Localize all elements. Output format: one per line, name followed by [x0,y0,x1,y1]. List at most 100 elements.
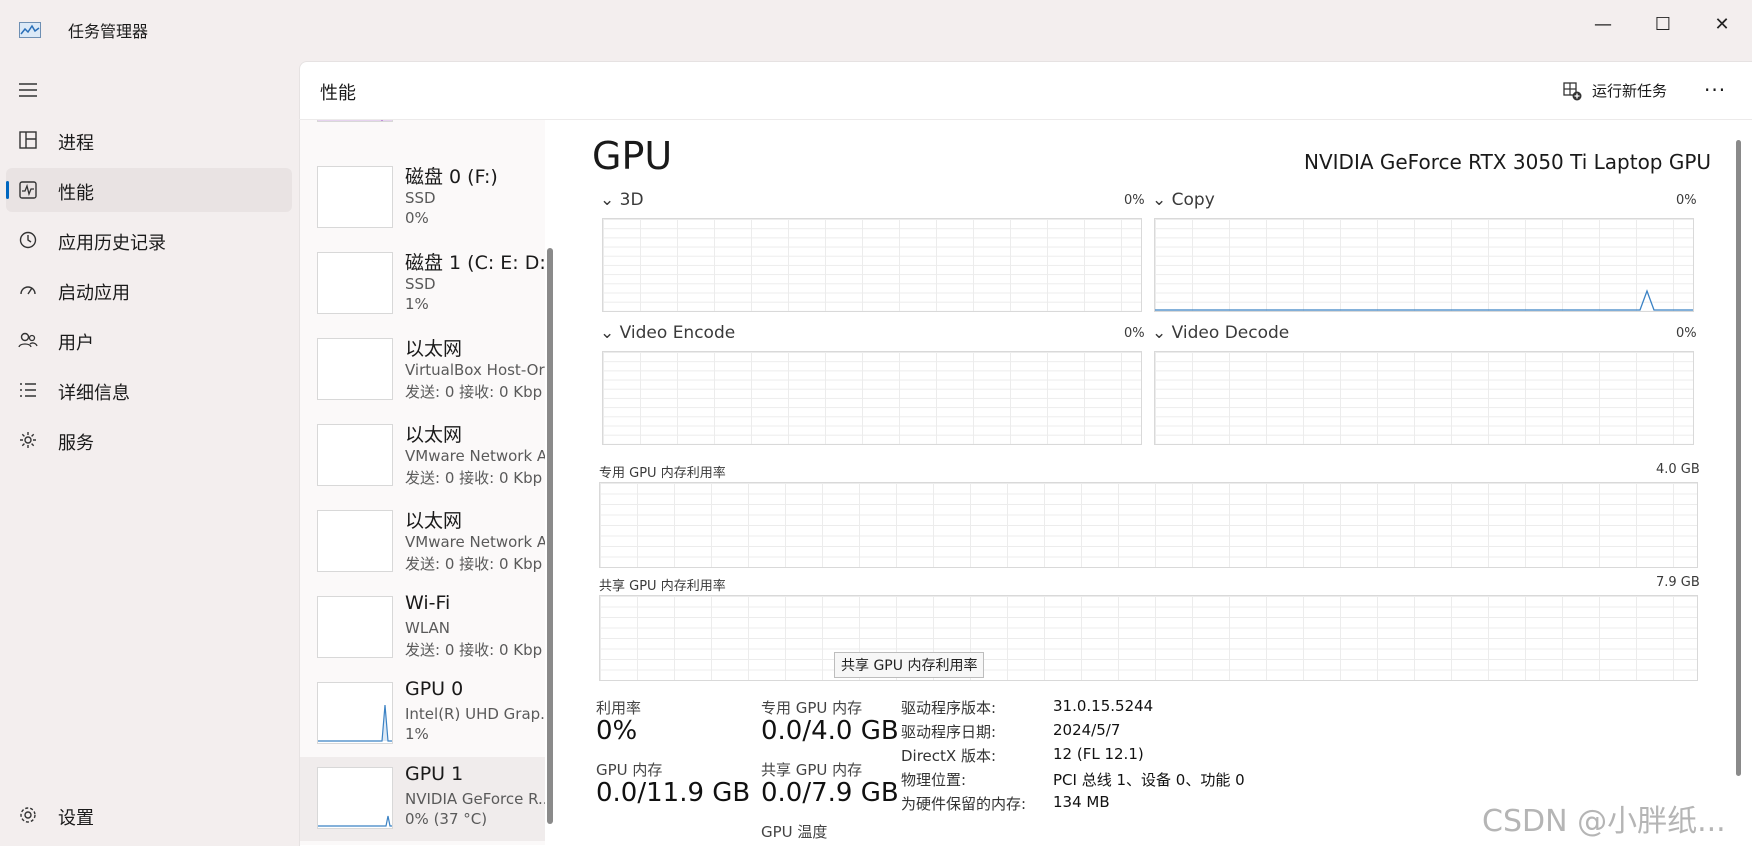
chevron-down-icon: ⌄ [1152,323,1167,343]
nav-label: 设置 [58,808,94,829]
device-item-gpu0[interactable]: GPU 0 Intel(R) UHD Grap... 1% [300,672,545,756]
engine-dropdown-3d[interactable]: ⌄ 3D [600,190,644,210]
engine-graph-video-encode [602,351,1142,445]
nav-item-performance[interactable]: 性能 [6,168,292,212]
performance-icon [19,181,37,199]
device-usage: 1% [405,295,429,313]
gpu-temperature-label: GPU 温度 [761,823,828,841]
shared-gpu-memory-label: 共享 GPU 内存 [761,761,863,779]
shared-memory-label: 共享 GPU 内存利用率 [599,579,726,594]
nav-item-settings[interactable]: 设置 [6,793,292,837]
chevron-down-icon: ⌄ [600,190,615,210]
device-thumbnail [317,120,393,122]
detail-scrollbar[interactable] [1736,140,1741,776]
engine-pct: 0% [1124,326,1145,341]
device-subtitle: VMware Network A [405,533,545,551]
device-thumbnail [317,682,393,744]
tooltip: 共享 GPU 内存利用率 [834,652,985,678]
reserved-memory-value: 134 MB [1053,793,1110,811]
device-usage: 发送: 0 接收: 0 Kbp [405,469,543,487]
device-usage: 发送: 0 接收: 0 Kbp [405,641,543,659]
page-title: 性能 [320,83,356,104]
device-list: 磁盘 0 (F:) SSD 0% 磁盘 1 (C: E: D: SSD 1% 以… [300,120,545,845]
device-item-wifi[interactable]: Wi-Fi WLAN 发送: 0 接收: 0 Kbp [300,586,545,670]
device-usage: 发送: 0 接收: 0 Kbp [405,383,543,401]
services-icon [20,432,36,448]
engine-dropdown-copy[interactable]: ⌄ Copy [1152,190,1215,210]
physical-location-label: 物理位置: [901,771,967,789]
gpu-memory-value: 0.0/11.9 GB [596,778,751,808]
shared-gpu-memory-value: 0.0/7.9 GB [761,778,899,808]
device-name: GPU 1 [405,763,464,785]
device-usage: 0% (37 °C) [405,810,488,828]
usage-sparkline [318,704,392,742]
nav-item-processes[interactable]: 进程 [6,118,292,162]
device-usage: 0% [405,209,429,227]
minimize-button[interactable]: — [1573,6,1633,42]
maximize-button[interactable]: ☐ [1633,6,1693,42]
more-options-button[interactable]: ··· [1704,78,1726,102]
nav-item-users[interactable]: 用户 [6,318,292,362]
device-item-ethernet-1[interactable]: 以太网 VirtualBox Host-Or 发送: 0 接收: 0 Kbp [300,328,545,412]
device-item-ethernet-2[interactable]: 以太网 VMware Network A 发送: 0 接收: 0 Kbp [300,414,545,498]
dedicated-memory-label: 专用 GPU 内存利用率 [599,466,726,481]
device-subtitle: VirtualBox Host-Or [405,361,545,379]
nav-item-details[interactable]: 详细信息 [6,368,292,412]
engine-dropdown-video-encode[interactable]: ⌄ Video Encode [600,323,735,343]
physical-location-value: PCI 总线 1、设备 0、功能 0 [1053,771,1245,789]
panel-header [299,61,1752,120]
device-thumbnail [317,767,393,829]
device-thumbnail [317,338,393,400]
engine-graph-copy [1154,218,1694,312]
nav-item-app-history[interactable]: 应用历史记录 [6,218,292,262]
copy-usage-line [1155,289,1693,311]
usage-sparkline [318,120,392,121]
device-item-memory-partial[interactable] [300,120,545,134]
gpu-memory-label: GPU 内存 [596,761,663,779]
nav-item-startup[interactable]: 启动应用 [6,268,292,312]
run-new-task-button[interactable]: 运行新任务 [1562,80,1667,101]
close-button[interactable]: ✕ [1692,6,1752,42]
engine-label: Copy [1171,190,1215,210]
device-name: Wi-Fi [405,592,451,614]
engine-label: Video Encode [619,323,736,343]
chevron-down-icon: ⌄ [1152,190,1167,210]
device-thumbnail [317,596,393,658]
users-icon [18,332,38,348]
device-item-gpu1[interactable]: GPU 1 NVIDIA GeForce R... 0% (37 °C) [300,757,545,841]
engine-pct: 0% [1676,193,1697,208]
engine-dropdown-video-decode[interactable]: ⌄ Video Decode [1152,323,1289,343]
nav-label: 进程 [58,133,94,154]
device-subtitle: NVIDIA GeForce R... [405,790,545,808]
engine-pct: 0% [1676,326,1697,341]
shared-memory-graph [599,595,1698,681]
watermark: CSDN @小胖纸... [1482,804,1726,839]
engine-graph-3d [602,218,1142,312]
hamburger-menu-icon[interactable] [16,78,40,102]
directx-version-value: 12 (FL 12.1) [1053,745,1144,763]
dedicated-memory-graph [599,482,1698,568]
chevron-down-icon: ⌄ [600,323,615,343]
device-thumbnail [317,252,393,314]
nav-label: 应用历史记录 [58,233,166,254]
device-subtitle: VMware Network A [405,447,545,465]
device-thumbnail [317,510,393,572]
device-name: 磁盘 1 (C: E: D: [405,252,545,274]
dedicated-gpu-memory-label: 专用 GPU 内存 [761,699,863,717]
engine-label: 3D [619,190,644,210]
device-list-scrollbar[interactable] [547,248,553,824]
run-task-label: 运行新任务 [1592,82,1668,100]
app-title: 任务管理器 [68,22,149,41]
engine-label: Video Decode [1171,323,1290,343]
nav-label: 详细信息 [58,383,130,404]
reserved-memory-label: 为硬件保留的内存: [901,795,1027,813]
device-item-disk1[interactable]: 磁盘 1 (C: E: D: SSD 1% [300,242,545,326]
directx-version-label: DirectX 版本: [901,747,997,765]
nav-label: 服务 [58,433,94,454]
usage-sparkline [318,815,392,827]
device-item-ethernet-3[interactable]: 以太网 VMware Network A 发送: 0 接收: 0 Kbp [300,500,545,584]
device-item-disk0[interactable]: 磁盘 0 (F:) SSD 0% [300,156,545,240]
nav-label: 用户 [58,333,94,354]
device-name: 以太网 [405,424,463,446]
nav-item-services[interactable]: 服务 [6,418,292,462]
